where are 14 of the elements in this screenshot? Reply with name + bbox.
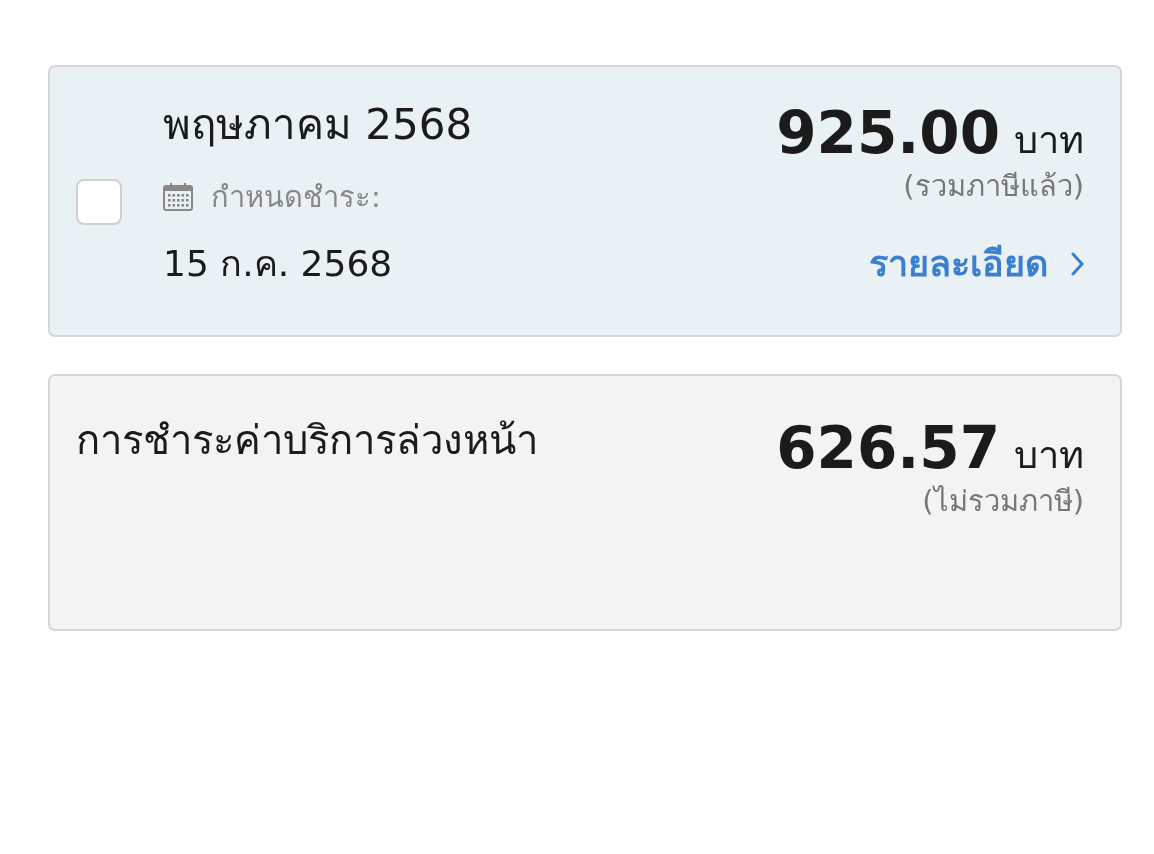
amount-value: 626.57: [776, 413, 1000, 484]
calendar-icon: [163, 183, 193, 211]
due-label: กำหนดชำระ:: [211, 179, 381, 216]
currency-label: บาท: [1014, 432, 1084, 479]
chevron-icon: [1070, 251, 1084, 276]
due-date: 15 ก.ค. 2568: [163, 242, 394, 286]
tax-note: (ไม่รวมภาษี): [922, 483, 1084, 520]
advance-title: การชำระค่าบริการล่วงหน้า: [76, 416, 538, 465]
tax-note: (รวมภาษีแล้ว): [903, 168, 1084, 205]
checkbox[interactable]: [76, 179, 122, 225]
details-link[interactable]: รายละเอียด: [869, 235, 1084, 292]
bill-month: พฤษภาคม 2568: [163, 99, 474, 151]
currency-label: บาท: [1014, 117, 1084, 164]
amount-value: 925.00: [776, 98, 1000, 169]
